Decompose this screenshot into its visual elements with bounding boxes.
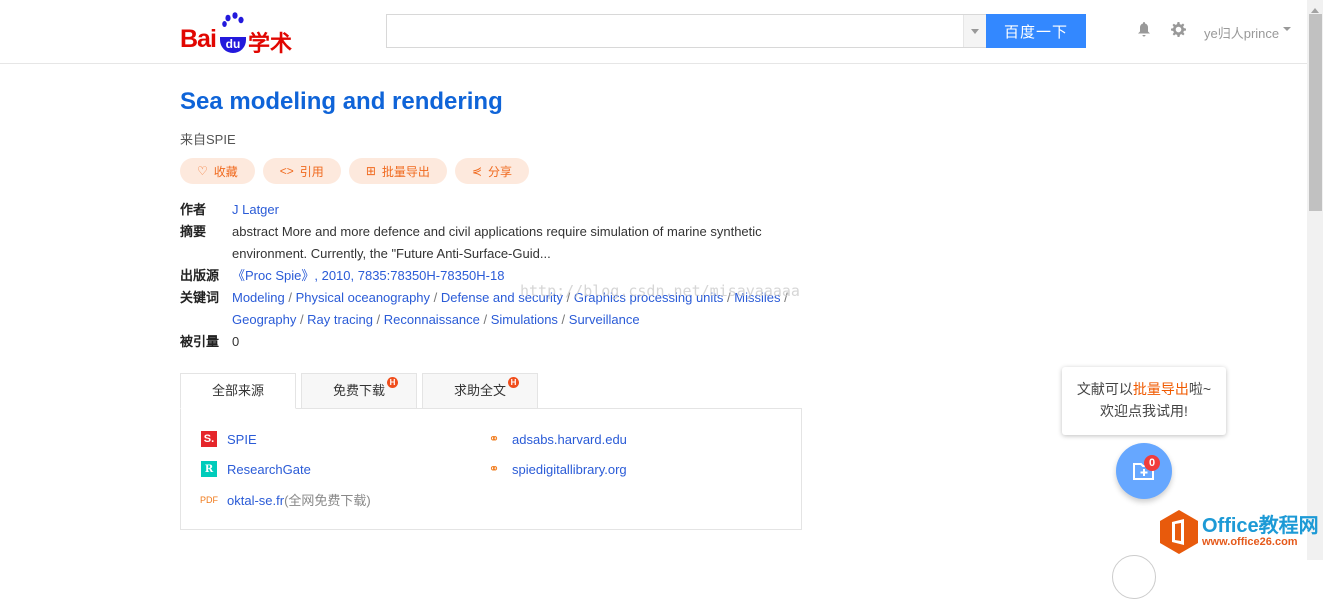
source-link[interactable]: spiedigitallibrary.org bbox=[512, 462, 627, 477]
keyword-separator: / bbox=[479, 312, 491, 327]
source-link[interactable]: SPIE bbox=[227, 432, 257, 447]
baidu-scholar-logo[interactable]: Bai du 学术 bbox=[180, 12, 295, 56]
scroll-up-arrow-icon[interactable] bbox=[1311, 4, 1319, 13]
partial-circle-button[interactable] bbox=[1112, 555, 1156, 599]
publication-link[interactable]: 《Proc Spie》, 2010, 7835:78350H-78350H-18 bbox=[232, 268, 504, 283]
search-input[interactable] bbox=[387, 15, 962, 47]
link-icon: ⚭ bbox=[488, 461, 500, 476]
hot-badge: H bbox=[508, 377, 519, 388]
logo-xueshu: 学术 bbox=[248, 31, 293, 56]
keyword-link[interactable]: Simulations bbox=[491, 312, 558, 327]
source-link[interactable]: oktal-se.fr bbox=[227, 493, 284, 508]
keyword-link[interactable]: Modeling bbox=[232, 290, 285, 305]
author-label: 作者 bbox=[180, 202, 207, 217]
batch-export-fab[interactable]: 0 bbox=[1116, 443, 1172, 499]
header: Bai du 学术 百度一下 ye归人prince bbox=[0, 0, 1307, 64]
keyword-separator: / bbox=[372, 312, 384, 327]
favorite-button[interactable]: ♡ 收藏 bbox=[180, 158, 255, 184]
tab-all-sources[interactable]: 全部来源 bbox=[180, 373, 296, 409]
keyword-link[interactable]: Surveillance bbox=[569, 312, 640, 327]
search-button[interactable]: 百度一下 bbox=[986, 14, 1086, 48]
abstract-label: 摘要 bbox=[180, 224, 207, 239]
pdf-icon: PDF bbox=[200, 494, 218, 505]
favorite-label: 收藏 bbox=[213, 164, 238, 179]
scrollbar-thumb[interactable] bbox=[1309, 14, 1322, 211]
search-dropdown-toggle[interactable] bbox=[963, 15, 986, 47]
author-link[interactable]: J Latger bbox=[232, 202, 279, 217]
keyword-separator: / bbox=[430, 290, 441, 305]
paw-icon bbox=[222, 12, 244, 27]
folder-plus-icon: ⊞ bbox=[365, 164, 376, 178]
keyword-separator: / bbox=[557, 312, 569, 327]
researchgate-logo-icon: R bbox=[201, 461, 217, 477]
office26-watermark: Office教程网 www.office26.com bbox=[1160, 510, 1319, 554]
office-logo-icon bbox=[1160, 510, 1198, 554]
logo-du: du bbox=[220, 37, 246, 53]
keyword-link[interactable]: Ray tracing bbox=[307, 312, 373, 327]
spie-logo-icon: S. bbox=[201, 431, 217, 447]
heart-icon: ♡ bbox=[197, 164, 208, 178]
batch-export-label: 批量导出 bbox=[381, 164, 430, 179]
keyword-link[interactable]: Reconnaissance bbox=[384, 312, 480, 327]
source-item: S. SPIE bbox=[201, 431, 257, 447]
logo-bai: Bai bbox=[180, 25, 217, 53]
cited-label: 被引量 bbox=[180, 334, 220, 349]
share-label: 分享 bbox=[487, 164, 512, 179]
keywords-label: 关键词 bbox=[180, 290, 220, 305]
action-bar: ♡ 收藏 <> 引用 ⊞ 批量导出 ⋞ 分享 bbox=[180, 158, 529, 184]
tab-request-fulltext[interactable]: 求助全文 H bbox=[422, 373, 538, 409]
source-item: ⚭ spiedigitallibrary.org bbox=[486, 461, 627, 477]
paper-meta: 作者 J Latger 摘要 abstract More and more defe… bbox=[180, 199, 792, 353]
cite-label: 引用 bbox=[299, 164, 324, 179]
source-link[interactable]: adsabs.harvard.edu bbox=[512, 432, 627, 447]
keyword-separator: / bbox=[284, 290, 296, 305]
hot-badge: H bbox=[387, 377, 398, 388]
gear-icon[interactable] bbox=[1171, 22, 1186, 41]
page-title[interactable]: Sea modeling and rendering bbox=[180, 88, 503, 116]
bell-icon[interactable] bbox=[1137, 22, 1151, 41]
share-button[interactable]: ⋞ 分享 bbox=[454, 158, 529, 184]
tab-free-download[interactable]: 免费下载 H bbox=[301, 373, 417, 409]
keyword-separator: / bbox=[296, 312, 308, 327]
link-icon: ⚭ bbox=[488, 431, 500, 446]
keyword-link[interactable]: Geography bbox=[232, 312, 296, 327]
watermark: http://blog.csdn.net/misayaaaaa bbox=[520, 282, 800, 300]
source-item: ⚭ adsabs.harvard.edu bbox=[486, 431, 627, 447]
share-icon: ⋞ bbox=[471, 164, 482, 178]
sources-panel: S. SPIE R ResearchGate PDF oktal-se.fr(全网免费… bbox=[180, 408, 802, 530]
scrollbar[interactable] bbox=[1307, 0, 1323, 560]
search-box bbox=[386, 14, 986, 48]
cite-button[interactable]: <> 引用 bbox=[262, 158, 341, 184]
batch-export-button[interactable]: ⊞ 批量导出 bbox=[348, 158, 447, 184]
user-menu[interactable]: ye归人prince bbox=[1204, 23, 1291, 42]
source-label: 来自SPIE bbox=[180, 132, 236, 147]
cited-count: 0 bbox=[232, 334, 240, 349]
keyword-link[interactable]: Physical oceanography bbox=[296, 290, 430, 305]
export-count-badge: 0 bbox=[1144, 455, 1160, 471]
source-item: PDF oktal-se.fr(全网免费下载) bbox=[200, 490, 371, 509]
abstract-text: abstract More and more defence and civil… bbox=[232, 224, 762, 261]
source-item: R ResearchGate bbox=[201, 461, 311, 477]
source-tabs: 全部来源 免费下载 H 求助全文 H bbox=[180, 373, 538, 409]
batch-export-tooltip: 文献可以批量导出啦~ 欢迎点我试用! bbox=[1062, 367, 1226, 435]
code-icon: <> bbox=[279, 164, 294, 178]
source-link[interactable]: ResearchGate bbox=[227, 462, 311, 477]
source-note: (全网免费下载) bbox=[284, 493, 371, 508]
source-label: 出版源 bbox=[180, 268, 220, 283]
